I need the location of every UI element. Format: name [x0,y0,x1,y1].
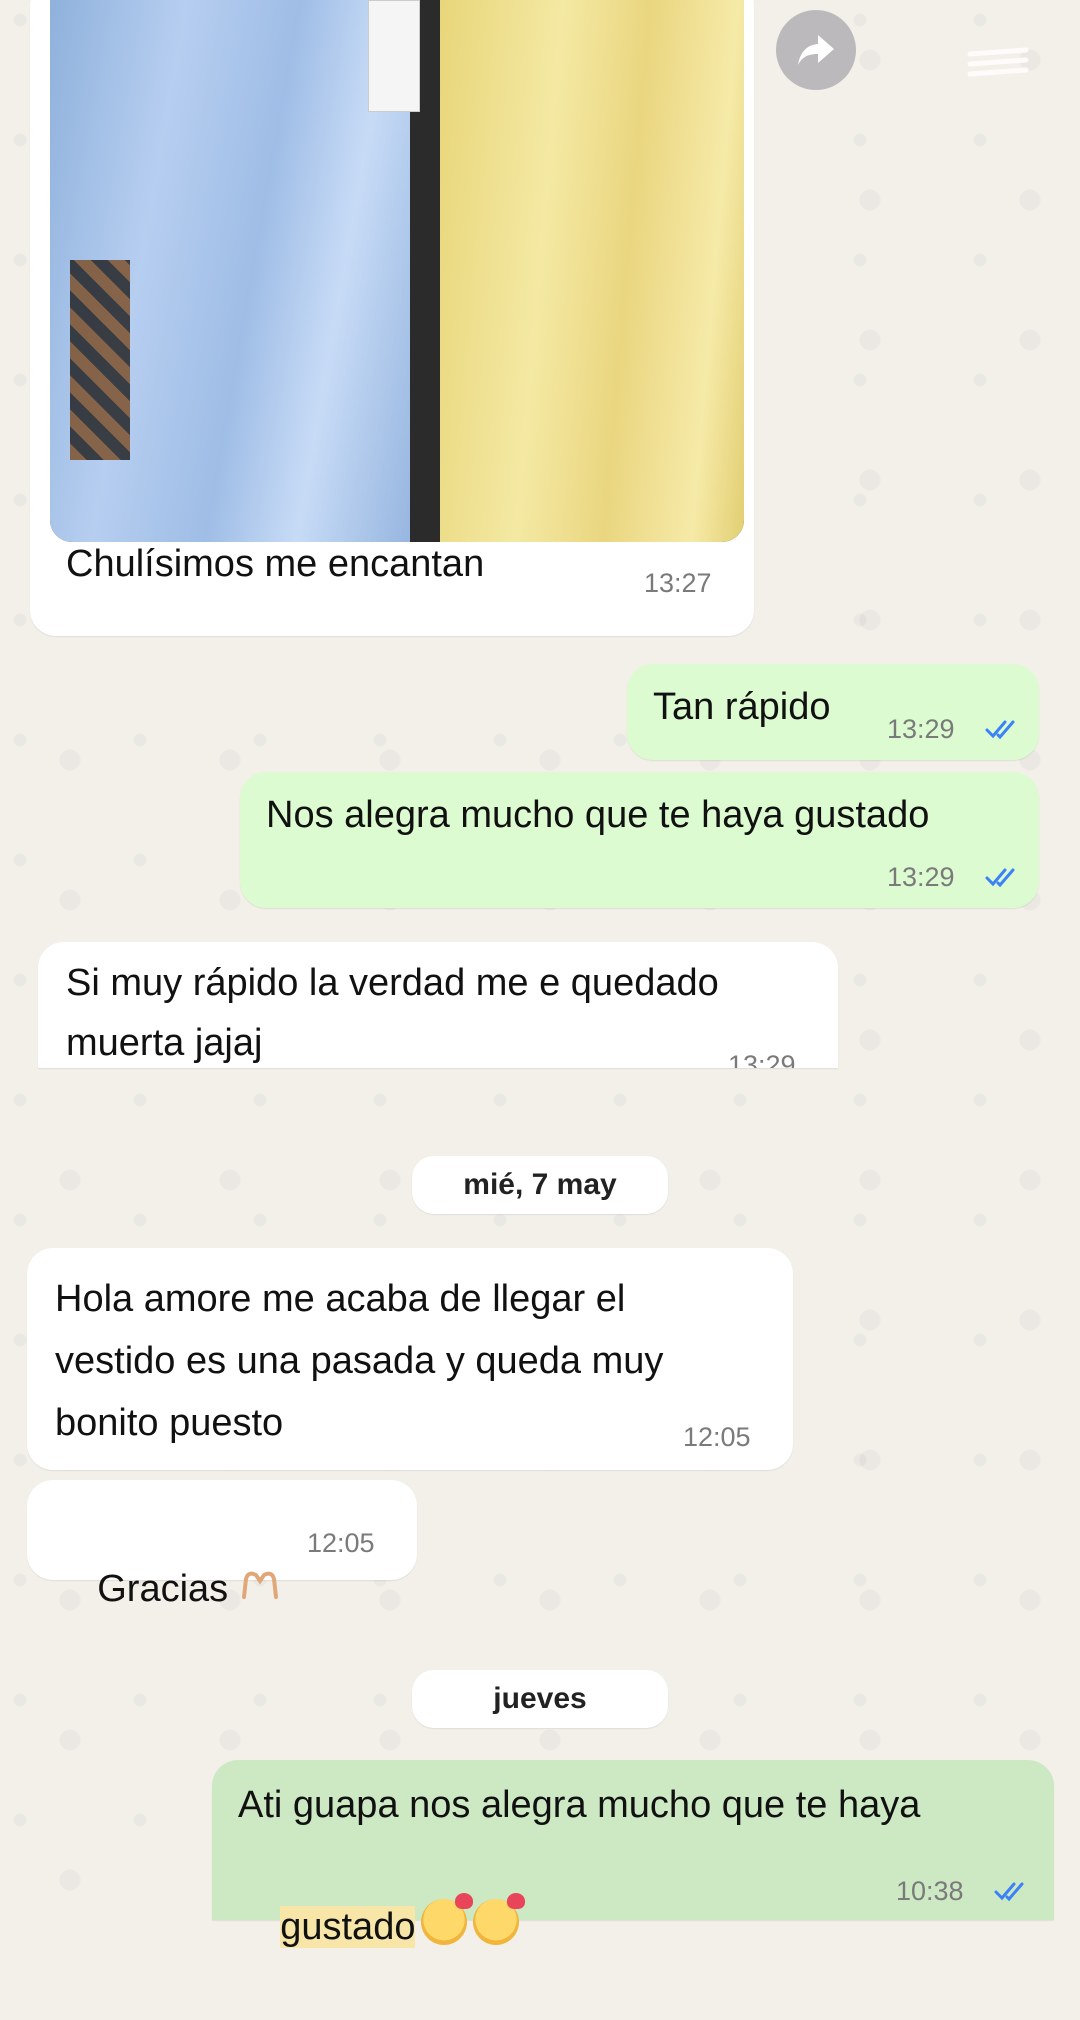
date-separator: jueves [412,1670,668,1728]
smiling-face-with-hearts-icon [421,1893,474,1945]
outgoing-message[interactable]: Nos alegra mucho que te haya gustado 13:… [240,772,1039,908]
date-separator: mié, 7 may [412,1156,668,1214]
message-text: Gracias [55,1496,280,1682]
heart-hands-emoji-icon [242,1571,279,1599]
message-text-line1: Si muy rápido la verdad me e quedado [66,962,719,1004]
message-text-line2: gustado [238,1834,526,2020]
outgoing-message[interactable]: Tan rápido 13:29 [627,664,1039,760]
forward-arrow-icon [798,35,834,65]
read-receipt-icon [985,866,1019,888]
message-text-line1: Hola amore me acaba de llegar el [55,1278,626,1320]
message-text-line2: muerta jajaj [66,1022,263,1064]
forward-button[interactable] [776,10,856,90]
header-menu-icon[interactable] [966,42,1030,82]
rug-detail [70,260,130,460]
dress-photo[interactable] [50,0,744,542]
image-message[interactable]: Chulísimos me encantan 13:27 [30,0,754,636]
message-text-line2: vestido es una pasada y queda muy [55,1340,664,1382]
incoming-message[interactable]: Gracias 12:05 [27,1480,417,1610]
message-text: Chulísimos me encantan [66,543,485,585]
outgoing-message[interactable]: Ati guapa nos alegra mucho que te haya g… [212,1760,1054,1948]
message-time: 13:29 [887,862,955,892]
message-text: Nos alegra mucho que te haya gustado [266,794,930,836]
message-time: 12:05 [307,1528,375,1558]
message-time: 12:05 [683,1422,751,1452]
message-time: 13:27 [644,568,712,598]
message-text: Tan rápido [653,686,831,728]
highlighted-word: gustado [280,1906,416,1948]
incoming-message[interactable]: Si muy rápido la verdad me e quedado mue… [38,942,838,1068]
yellow-dress-image [440,0,744,542]
message-time: 10:38 [896,1876,964,1906]
message-time: 13:29 [887,714,955,744]
incoming-message[interactable]: Hola amore me acaba de llegar el vestido… [27,1248,793,1470]
read-receipt-icon [985,718,1019,740]
message-text-line1: Ati guapa nos alegra mucho que te haya [238,1784,921,1826]
message-time: 13:29 [728,1050,796,1068]
read-receipt-icon [994,1880,1028,1902]
smiling-face-with-hearts-icon [473,1893,526,1945]
price-tag [368,0,420,112]
message-text-line3: bonito puesto [55,1402,284,1444]
